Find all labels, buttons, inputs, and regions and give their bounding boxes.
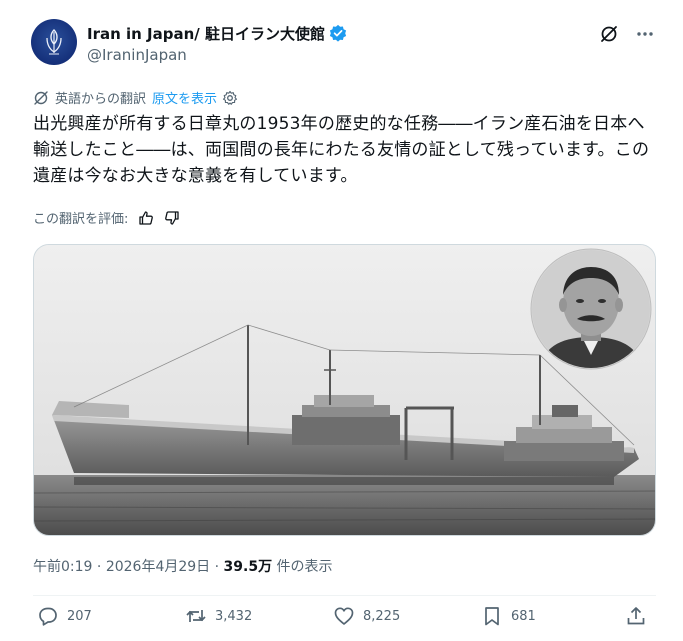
like-count: 8,225 (363, 608, 401, 624)
verified-badge-icon (329, 24, 347, 42)
show-original-link[interactable]: 原文を表示 (152, 88, 217, 107)
tweet-text: 出光興産が所有する日章丸の1953年の歴史的な任務――イラン産石油を日本へ輸送し… (33, 114, 650, 186)
translation-label: 英語からの翻訳 (55, 92, 147, 107)
reply-count: 207 (67, 608, 92, 624)
ship-photo (34, 245, 655, 535)
repost-icon (186, 610, 206, 622)
post-date[interactable]: 2026年4月29日 (106, 559, 210, 575)
view-count: 39.5万 (223, 559, 273, 575)
share-icon (627, 607, 645, 625)
tweet-header: Iran in Japan/ 駐日イラン大使館 @IraninJapan (0, 0, 683, 80)
display-name[interactable]: Iran in Japan/ 駐日イラン大使館 (87, 23, 325, 44)
post-time[interactable]: 午前0:19 (33, 559, 92, 575)
meta-separator: · (92, 559, 106, 575)
repost-button[interactable]: 3,432 (185, 605, 252, 627)
bookmark-count: 681 (511, 608, 536, 624)
gear-icon[interactable] (222, 90, 238, 106)
tweet-photo[interactable] (33, 244, 656, 536)
divider (33, 595, 656, 596)
reply-button[interactable]: 207 (37, 605, 92, 627)
bookmark-icon (485, 607, 499, 626)
meta-separator: · (210, 559, 224, 575)
action-bar: 207 3,432 8,225 681 (33, 605, 656, 637)
tweet-meta: 午前0:19 · 2026年4月29日 · 39.5万 件の表示 (33, 556, 333, 576)
header-actions (599, 24, 655, 44)
like-icon (334, 607, 354, 625)
grok-icon[interactable] (599, 24, 619, 44)
views-suffix: 件の表示 (272, 559, 333, 575)
translation-notice: 英語からの翻訳 原文を表示 (33, 88, 238, 107)
name-row: Iran in Japan/ 駐日イラン大使館 (87, 21, 347, 45)
reply-icon (39, 607, 57, 626)
account-handle[interactable]: @IraninJapan (87, 46, 187, 64)
rate-label: この翻訳を評価: (33, 212, 129, 227)
avatar[interactable] (31, 19, 77, 65)
repost-count: 3,432 (215, 608, 253, 624)
thumbs-down-icon[interactable] (164, 210, 180, 226)
rate-translation: この翻訳を評価: (33, 208, 180, 227)
like-button[interactable]: 8,225 (333, 605, 400, 627)
share-button[interactable] (625, 605, 655, 627)
more-icon[interactable] (635, 24, 655, 44)
thumbs-up-icon[interactable] (138, 210, 154, 226)
iran-emblem-icon (46, 29, 62, 55)
bookmark-button[interactable]: 681 (481, 605, 536, 627)
translate-icon (34, 90, 48, 105)
portrait-inset (530, 248, 652, 370)
